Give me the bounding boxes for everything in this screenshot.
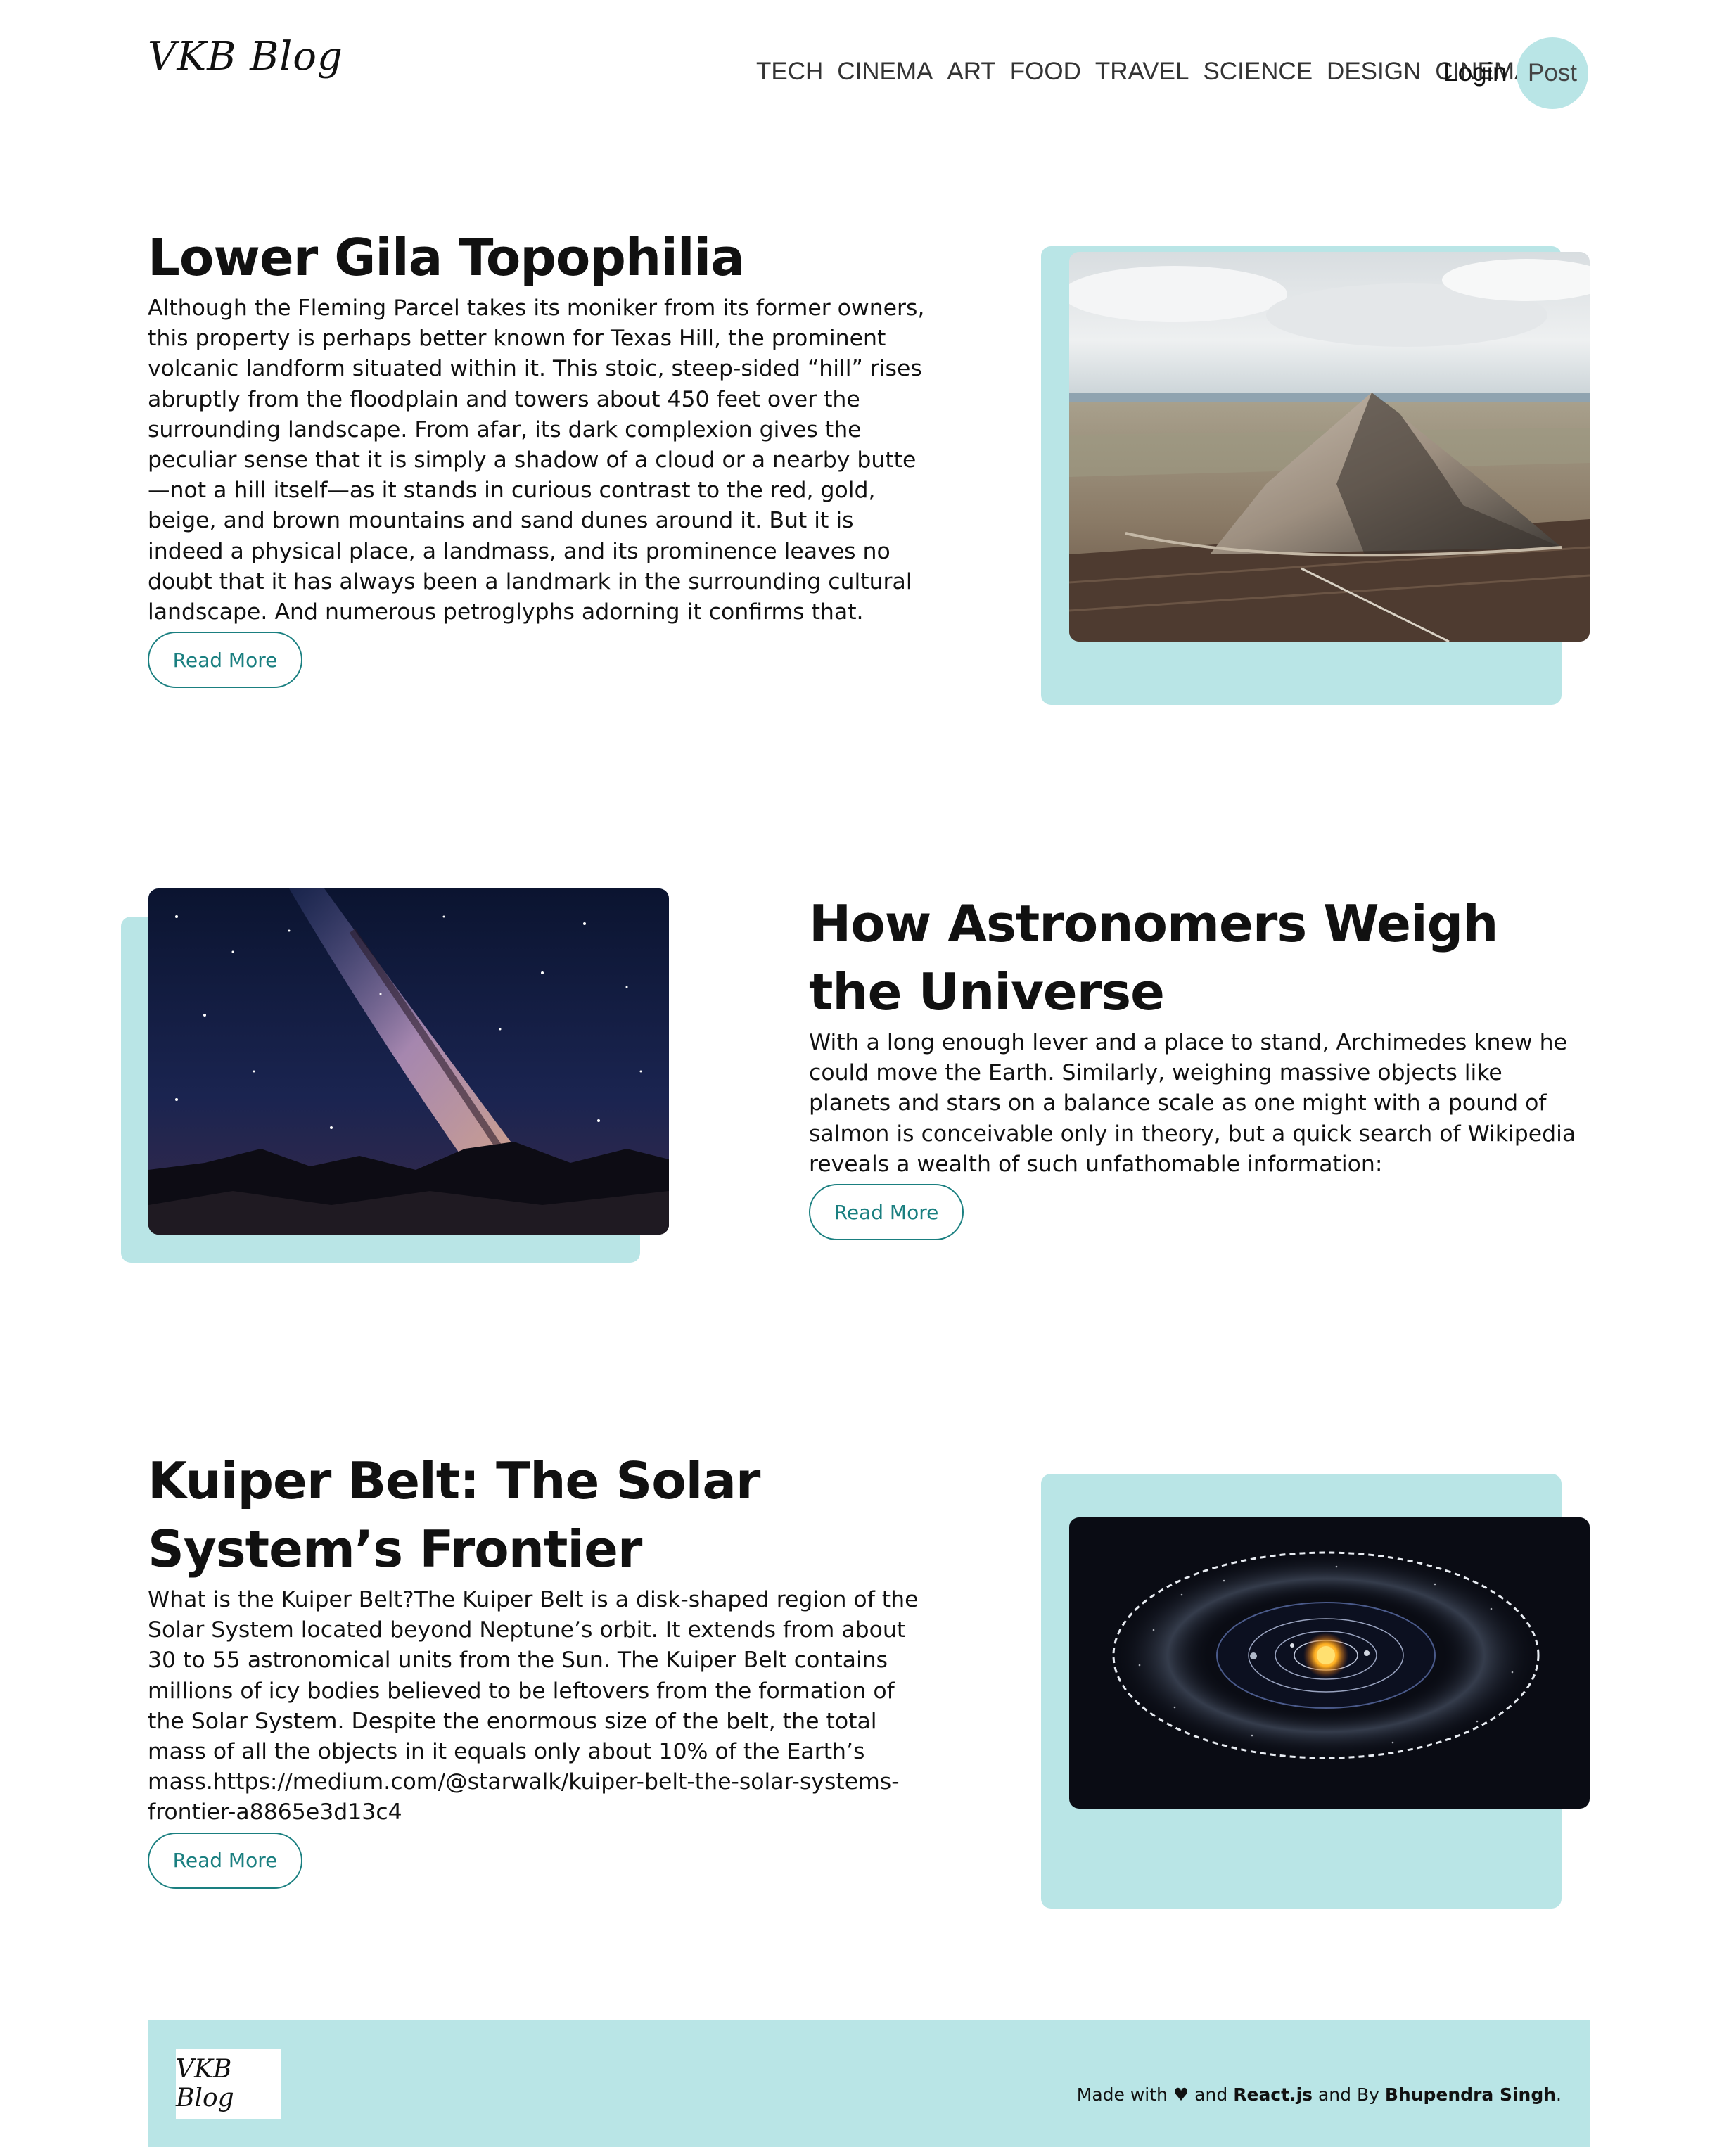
post-card: Lower Gila Topophilia Although the Flemi… [148, 224, 928, 689]
read-more-button[interactable]: Read More [809, 1184, 964, 1241]
post-image-volcanic-hill[interactable] [1069, 252, 1590, 642]
nav-link-tech[interactable]: TECH [756, 58, 823, 86]
nav-link-cinema[interactable]: CINEMA [837, 58, 933, 86]
post-description: What is the Kuiper Belt?The Kuiper Belt … [148, 1587, 919, 1826]
post-card: Kuiper Belt: The Solar System’s Frontier… [148, 1447, 928, 1889]
footer-author: Bhupendra Singh [1384, 2084, 1557, 2105]
read-more-button[interactable]: Read More [148, 632, 302, 689]
footer-tech: React.js [1233, 2084, 1313, 2105]
logo[interactable]: VKB Blog [148, 34, 343, 79]
post-card: How Astronomers Weigh the Universe With … [809, 890, 1590, 1241]
post-description: With a long enough lever and a place to … [809, 1030, 1576, 1177]
footer: VKB Blog Made with ♥ and React.js and By… [148, 2020, 1590, 2147]
post-button[interactable]: Post [1517, 37, 1588, 109]
navbar: VKB Blog TECH CINEMA ART FOOD TRAVEL SCI… [0, 0, 1736, 148]
post-title[interactable]: Kuiper Belt: The Solar System’s Frontier [148, 1447, 928, 1584]
nav-link-design[interactable]: DESIGN [1327, 58, 1421, 86]
footer-period: . [1556, 2084, 1562, 2105]
login-link[interactable]: Login [1443, 58, 1507, 87]
heart-icon: ♥ [1173, 2084, 1189, 2105]
nav-link-food[interactable]: FOOD [1010, 58, 1081, 86]
nav-link-science[interactable]: SCIENCE [1203, 58, 1313, 86]
footer-made-with: Made with [1076, 2084, 1168, 2105]
nav-links: TECH CINEMA ART FOOD TRAVEL SCIENCE DESI… [756, 58, 1531, 86]
footer-and: and [1194, 2084, 1228, 2105]
footer-and-by: and By [1317, 2084, 1379, 2105]
post-title[interactable]: Lower Gila Topophilia [148, 224, 928, 292]
post-image-kuiper-belt[interactable] [1069, 1517, 1590, 1809]
post-image-milky-way[interactable] [148, 888, 669, 1235]
post-description: Although the Fleming Parcel takes its mo… [148, 295, 925, 625]
nav-link-art[interactable]: ART [947, 58, 995, 86]
post-title[interactable]: How Astronomers Weigh the Universe [809, 890, 1590, 1026]
nav-link-travel[interactable]: TRAVEL [1095, 58, 1189, 86]
read-more-button[interactable]: Read More [148, 1832, 302, 1889]
footer-credits: Made with ♥ and React.js and By Bhupendr… [1077, 2084, 1562, 2105]
footer-logo[interactable]: VKB Blog [176, 2049, 281, 2119]
